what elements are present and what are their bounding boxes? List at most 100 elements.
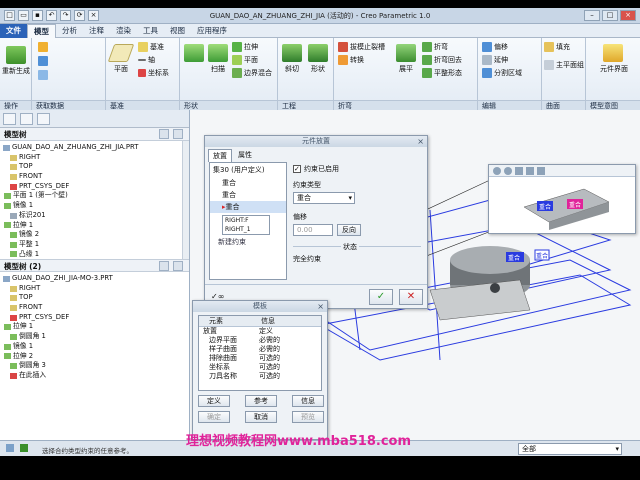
tree-row[interactable]: 在此插入 — [0, 371, 189, 381]
tree-row[interactable]: GUAN_DAO_AN_ZHUANG_ZHI_JIA.PRT — [0, 143, 189, 153]
convert-button[interactable]: 转换 — [338, 55, 364, 65]
tree-row[interactable]: 镜像 2 — [0, 230, 189, 240]
table-row[interactable]: 排除曲面 可选的 — [199, 354, 321, 363]
tab-properties[interactable]: 属性 — [234, 149, 256, 162]
offset-input[interactable]: 0.00 — [293, 224, 333, 236]
tree-settings-icon[interactable] — [159, 129, 169, 139]
favorites-tab-icon[interactable] — [37, 113, 50, 125]
info-button[interactable]: 信息 — [292, 395, 324, 407]
tree-row[interactable]: GUAN_DAO_ZHI_JIA-MO-3.PRT — [0, 274, 189, 284]
tab-analysis[interactable]: 分析 — [56, 24, 83, 38]
udf-button[interactable] — [38, 42, 48, 52]
shrinkwrap-button[interactable] — [38, 70, 48, 80]
reference-item[interactable]: RIGHT_1 — [223, 225, 269, 234]
tree2-show-icon[interactable] — [173, 261, 183, 271]
regenerate-button[interactable]: 重新生成 — [2, 46, 30, 76]
datum-axis-button[interactable]: 基准 — [138, 42, 164, 52]
tree-show-icon[interactable] — [173, 129, 183, 139]
minimize-button[interactable]: – — [584, 10, 600, 21]
close-button[interactable]: × — [620, 10, 636, 21]
table-row[interactable]: 坐标系 可选的 — [199, 363, 321, 372]
fill-button[interactable]: 填充 — [544, 42, 570, 52]
display-style-icon[interactable] — [537, 167, 545, 175]
table-row[interactable]: 放置 定义 — [199, 327, 321, 336]
tree-scrollbar[interactable] — [182, 141, 189, 259]
flat-pattern-button[interactable]: 平整形态 — [422, 68, 462, 78]
fold-button[interactable]: 折弯 — [422, 42, 448, 52]
constraint-item-selected[interactable]: ▸重合 — [210, 201, 286, 213]
tab-render[interactable]: 渲染 — [110, 24, 137, 38]
tab-annotate[interactable]: 注释 — [83, 24, 110, 38]
reference-button[interactable]: 参考 — [245, 395, 277, 407]
tree-row[interactable]: PRT_CSYS_DEF — [0, 182, 189, 192]
tree-row[interactable]: RIGHT — [0, 284, 189, 294]
view-orient-icon[interactable] — [526, 167, 534, 175]
close-icon[interactable]: × — [417, 136, 424, 147]
close-icon[interactable]: × — [317, 301, 324, 312]
tree-row[interactable]: 平面 1 (第一个壁) — [0, 191, 189, 201]
flat-button[interactable]: 平面 — [232, 55, 258, 65]
zoom-out-icon[interactable] — [504, 167, 512, 175]
axis-button[interactable]: 轴 — [138, 55, 155, 65]
tree-row[interactable]: 拉伸 2 — [0, 352, 189, 362]
cancel-template-button[interactable]: 取消 — [245, 411, 277, 423]
tree-row[interactable]: 标识201 — [0, 211, 189, 221]
bend-button[interactable]: 斜切 — [280, 44, 304, 74]
tab-placement[interactable]: 放置 — [208, 149, 232, 162]
boundary-blend-button[interactable]: 边界混合 — [232, 68, 272, 78]
tab-tools[interactable]: 工具 — [137, 24, 164, 38]
constraint-item[interactable]: 重合 — [210, 189, 286, 201]
table-row[interactable]: 刀具名称 可选的 — [199, 372, 321, 381]
tree-row[interactable]: FRONT — [0, 172, 189, 182]
tab-model[interactable]: 模型 — [27, 24, 56, 38]
flip-button[interactable]: 反向 — [337, 224, 361, 236]
main-plane-button[interactable]: 主平面组 — [544, 60, 584, 70]
zoom-in-icon[interactable] — [493, 167, 501, 175]
tree-row[interactable]: 拉伸 1 — [0, 221, 189, 231]
table-row[interactable]: 样子曲面 必需的 — [199, 345, 321, 354]
relief-button[interactable]: 拔模止裂槽 — [338, 42, 385, 52]
bend-back-button[interactable]: 折弯回去 — [422, 55, 462, 65]
component-interface-button[interactable]: 元件界面 — [600, 44, 628, 74]
copy-geometry-button[interactable] — [38, 56, 48, 66]
preview-button[interactable]: 预览 — [292, 411, 324, 423]
tree-row[interactable]: RIGHT — [0, 153, 189, 163]
maximize-button[interactable]: □ — [602, 10, 618, 21]
form-button[interactable]: 形状 — [306, 44, 330, 74]
constraint-type-select[interactable]: 重合 ▾ — [293, 192, 355, 204]
constraint-enabled-checkbox[interactable]: ✓ 约束已启用 — [293, 164, 339, 174]
extrude-button[interactable]: 拉伸 — [232, 42, 258, 52]
model-tree-tab-icon[interactable] — [3, 113, 16, 125]
ok-template-button[interactable]: 确定 — [198, 411, 230, 423]
tab-applications[interactable]: 应用程序 — [191, 24, 233, 38]
offset-button[interactable]: 偏移 — [482, 42, 508, 52]
tree-row[interactable]: TOP — [0, 293, 189, 303]
tree-row[interactable]: 镜像 1 — [0, 201, 189, 211]
split-region-button[interactable]: 分割区域 — [482, 68, 522, 78]
constraint-item[interactable]: 重合 — [210, 177, 286, 189]
new-constraint[interactable]: 新建约束 — [210, 235, 286, 249]
folder-tab-icon[interactable] — [20, 113, 33, 125]
tree-row[interactable]: FRONT — [0, 303, 189, 313]
refit-icon[interactable] — [515, 167, 523, 175]
tree-row[interactable]: PRT_CSYS_DEF — [0, 313, 189, 323]
tab-view[interactable]: 视图 — [164, 24, 191, 38]
tree-row[interactable]: 倒圆角 3 — [0, 361, 189, 371]
tree-row[interactable]: 拉伸 1 — [0, 322, 189, 332]
sweep-big-button[interactable]: 扫描 — [206, 44, 230, 74]
tree-row[interactable]: 倒圆角 1 — [0, 332, 189, 342]
tab-file[interactable]: 文件 — [0, 24, 27, 38]
filter-select[interactable]: 全部 ▾ — [518, 443, 622, 455]
extend-button[interactable]: 延伸 — [482, 55, 508, 65]
table-row[interactable]: 边界平面 必需的 — [199, 336, 321, 345]
datum-plane-button[interactable]: 平面 — [107, 44, 135, 74]
define-button[interactable]: 定义 — [198, 395, 230, 407]
csys-button[interactable]: 坐标系 — [138, 68, 169, 78]
unbend-button[interactable]: 展平 — [394, 44, 418, 74]
tree-row[interactable]: 凸缘 1 — [0, 250, 189, 259]
tree-row[interactable]: 平整 1 — [0, 240, 189, 250]
ok-button[interactable]: ✓ — [369, 289, 393, 305]
constraint-set[interactable]: 集30 (用户定义) — [210, 163, 286, 177]
cancel-button[interactable]: ✕ — [399, 289, 423, 305]
tree-row[interactable]: 镜像 1 — [0, 342, 189, 352]
